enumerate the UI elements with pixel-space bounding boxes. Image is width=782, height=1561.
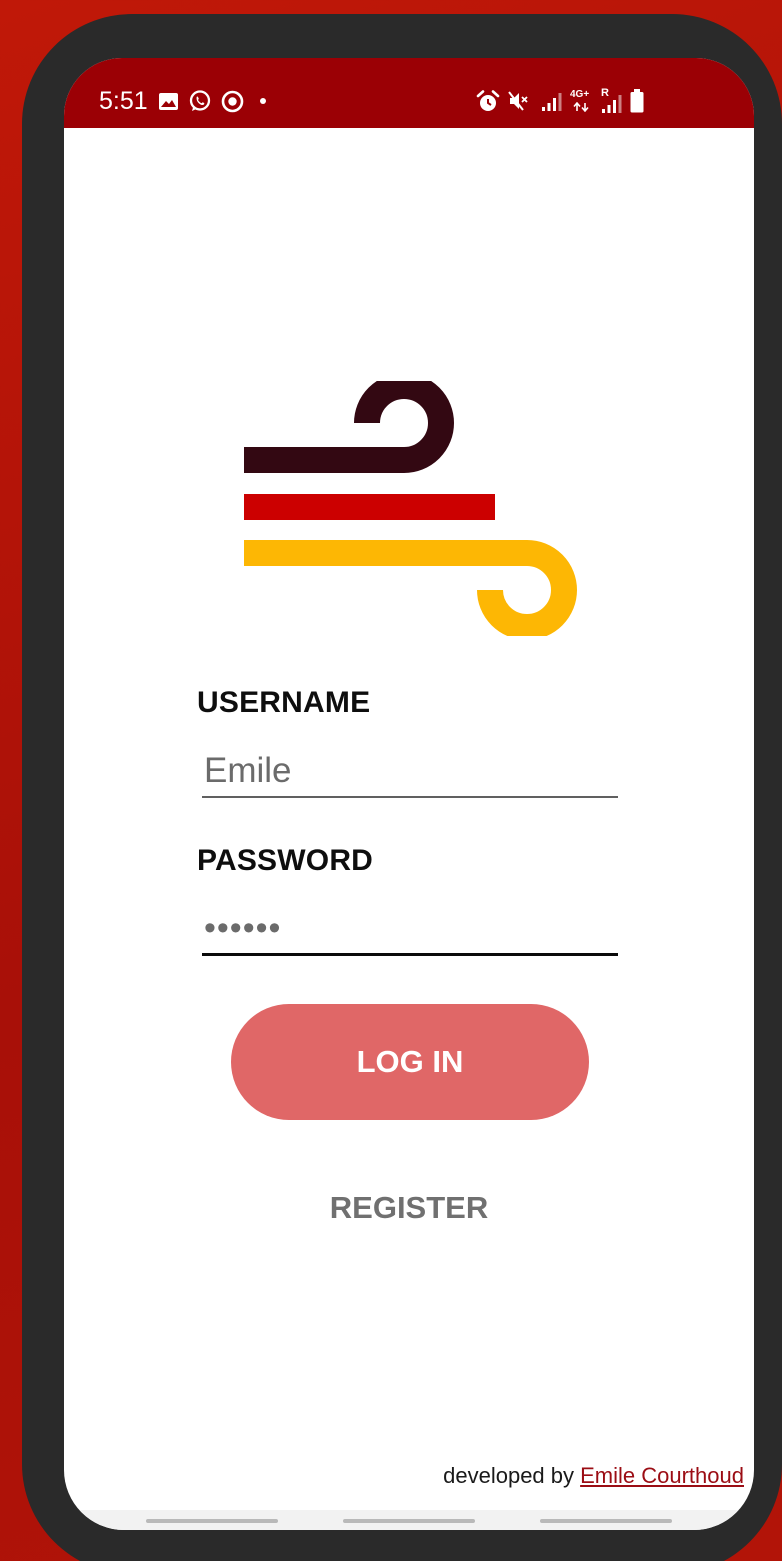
mute-icon — [508, 91, 528, 111]
app-screen: 5:51 4G+ R USERNAME Emile PASSWORD •••••… — [64, 58, 754, 1530]
navigation-bar — [64, 1510, 754, 1530]
whatsapp-icon — [189, 90, 211, 111]
register-button[interactable]: REGISTER — [64, 1190, 754, 1226]
author-link[interactable]: Emile Courthoud — [580, 1463, 744, 1488]
status-time: 5:51 — [99, 87, 148, 115]
dot-icon — [260, 98, 266, 104]
media-icon — [221, 90, 244, 112]
username-label: USERNAME — [197, 686, 371, 719]
roaming-signal-icon: R — [600, 88, 622, 113]
network-label: 4G+ — [570, 89, 590, 100]
footer-prefix: developed by — [443, 1463, 581, 1488]
wind-stroke-middle — [244, 494, 495, 520]
wind-stroke-top — [244, 381, 454, 473]
gallery-icon — [159, 92, 178, 110]
nav-back-handle[interactable] — [540, 1519, 672, 1523]
password-input[interactable] — [202, 904, 618, 956]
wind-logo-icon — [244, 381, 577, 636]
nav-home-handle[interactable] — [343, 1519, 475, 1523]
footer-credit: developed by Emile Courthoud — [443, 1463, 744, 1489]
alarm-icon — [476, 89, 500, 111]
status-left-icons — [158, 88, 269, 114]
signal-icon — [542, 93, 562, 111]
wind-stroke-bottom — [244, 540, 577, 636]
battery-icon — [630, 89, 644, 113]
nav-recent-handle[interactable] — [146, 1519, 278, 1523]
username-input[interactable] — [202, 746, 618, 798]
network-4g-icon: 4G+ — [570, 89, 592, 113]
login-button[interactable]: LOG IN — [231, 1004, 589, 1120]
status-right-icons: 4G+ R — [476, 88, 644, 114]
status-bar: 5:51 4G+ R — [64, 58, 754, 128]
password-label: PASSWORD — [197, 844, 374, 877]
